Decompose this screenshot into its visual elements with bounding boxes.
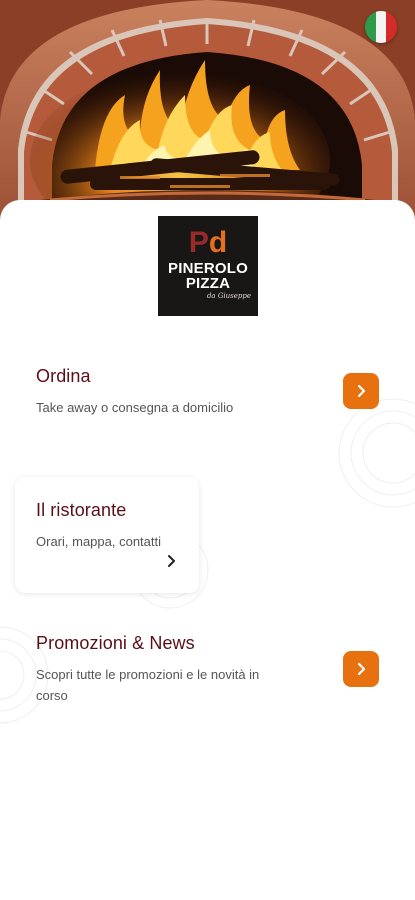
ordina-subtitle: Take away o consegna a domicilio xyxy=(36,400,234,415)
promozioni-subtitle-line2: corso xyxy=(36,688,68,703)
logo-mark-d: d xyxy=(208,226,228,259)
ordina-title: Ordina xyxy=(36,366,91,386)
logo-line1: PINEROLO xyxy=(168,260,248,277)
promozioni-arrow-button[interactable] xyxy=(343,651,379,687)
logo-mark: P d xyxy=(188,226,228,259)
chevron-right-icon[interactable] xyxy=(166,554,178,568)
hero-oven-image xyxy=(0,0,415,230)
oven-illustration xyxy=(0,0,415,230)
menu-item-ristorante[interactable]: Il ristorante Orari, mappa, contatti xyxy=(15,477,199,593)
logo-line2: PIZZA xyxy=(185,275,231,292)
content-sheet: P d PINEROLO PIZZA da Giuseppe Ordina Ta… xyxy=(0,200,415,900)
ristorante-subtitle: Orari, mappa, contatti xyxy=(36,534,161,549)
ordina-arrow-button[interactable] xyxy=(343,373,379,409)
pinerolo-pizza-logo: P d PINEROLO PIZZA da Giuseppe xyxy=(158,216,258,316)
logo-tagline: da Giuseppe xyxy=(206,292,251,300)
italian-flag-icon[interactable] xyxy=(365,11,397,43)
ristorante-title: Il ristorante xyxy=(36,500,127,520)
logo-mark-p: P xyxy=(188,226,209,259)
chevron-right-icon xyxy=(357,662,366,676)
promozioni-title: Promozioni & News xyxy=(36,633,195,653)
promozioni-subtitle-line1: Scopri tutte le promozioni e le novità i… xyxy=(36,667,260,682)
chevron-right-icon xyxy=(357,384,366,398)
